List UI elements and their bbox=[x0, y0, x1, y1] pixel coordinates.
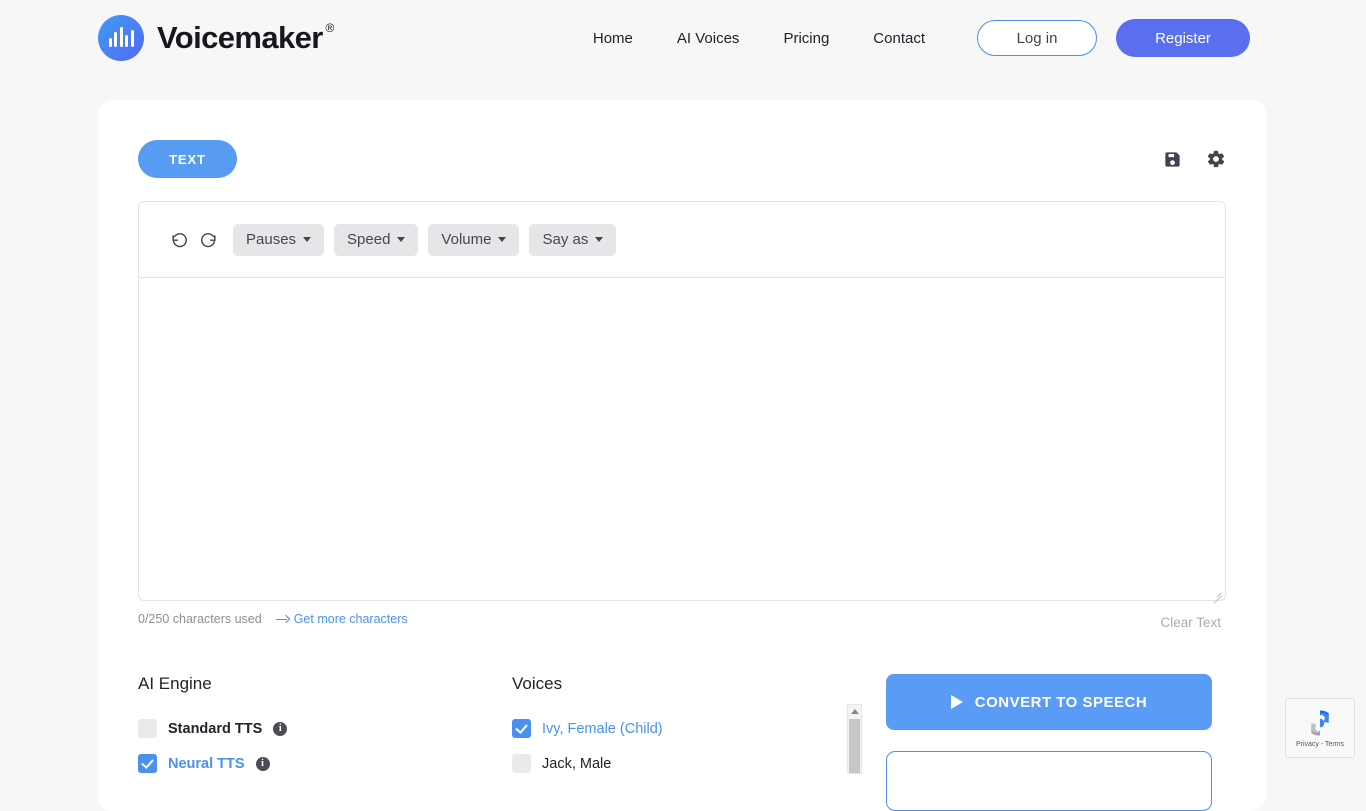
convert-to-speech-label: CONVERT TO SPEECH bbox=[975, 694, 1147, 711]
nav-ai-voices[interactable]: AI Voices bbox=[655, 31, 762, 46]
speed-dropdown[interactable]: Speed bbox=[334, 224, 418, 256]
undo-icon[interactable] bbox=[165, 231, 194, 248]
voice-jack[interactable]: Jack, Male bbox=[512, 746, 862, 781]
brand-name: Voicemaker® bbox=[157, 20, 334, 56]
engine-neural-tts[interactable]: Neural TTS i bbox=[138, 746, 512, 781]
site-header: Voicemaker® Home AI Voices Pricing Conta… bbox=[0, 0, 1366, 76]
ai-engine-panel: AI Engine Standard TTS i Neural TTS i bbox=[138, 674, 512, 811]
say-as-dropdown[interactable]: Say as bbox=[529, 224, 616, 256]
info-icon[interactable]: i bbox=[256, 757, 270, 771]
voice-ivy-label: Ivy, Female (Child) bbox=[542, 721, 663, 737]
register-button[interactable]: Register bbox=[1116, 19, 1250, 57]
character-count: 0/250 characters used bbox=[138, 612, 262, 626]
recaptcha-icon bbox=[1305, 708, 1335, 738]
card-actions bbox=[1163, 149, 1226, 169]
chevron-down-icon bbox=[397, 237, 405, 242]
voices-panel: Voices Ivy, Female (Child) Jack, Male bbox=[512, 674, 862, 811]
text-input-area[interactable] bbox=[139, 278, 1225, 600]
voice-jack-label: Jack, Male bbox=[542, 756, 611, 772]
brand-logo[interactable]: Voicemaker® bbox=[98, 15, 334, 61]
scrollbar-thumb[interactable] bbox=[849, 719, 860, 773]
nav-contact[interactable]: Contact bbox=[851, 31, 947, 46]
recaptcha-privacy-terms[interactable]: Privacy - Terms bbox=[1296, 741, 1344, 748]
checkbox-checked-icon[interactable] bbox=[138, 754, 157, 773]
save-icon[interactable] bbox=[1163, 150, 1182, 169]
audio-player-box[interactable] bbox=[886, 751, 1212, 811]
editor-meta-row: 0/250 characters used Get more character… bbox=[138, 612, 1226, 638]
get-more-characters-label: Get more characters bbox=[294, 612, 408, 626]
chevron-down-icon bbox=[498, 237, 506, 242]
get-more-characters-link[interactable]: Get more characters bbox=[276, 612, 408, 626]
pauses-dropdown[interactable]: Pauses bbox=[233, 224, 324, 256]
voices-title: Voices bbox=[512, 674, 862, 694]
say-as-dropdown-label: Say as bbox=[542, 231, 588, 248]
tts-card: TEXT bbox=[98, 100, 1266, 811]
scroll-up-arrow-icon[interactable] bbox=[851, 709, 859, 714]
volume-dropdown[interactable]: Volume bbox=[428, 224, 519, 256]
tab-text[interactable]: TEXT bbox=[138, 140, 237, 178]
text-editor: Pauses Speed Volume Say as bbox=[138, 201, 1226, 601]
info-icon[interactable]: i bbox=[273, 722, 287, 736]
clear-text-button[interactable]: Clear Text bbox=[1160, 615, 1221, 630]
volume-dropdown-label: Volume bbox=[441, 231, 491, 248]
convert-to-speech-button[interactable]: CONVERT TO SPEECH bbox=[886, 674, 1212, 730]
nav-home[interactable]: Home bbox=[571, 31, 655, 46]
card-header: TEXT bbox=[138, 140, 1226, 178]
brand-name-text: Voicemaker bbox=[157, 20, 323, 55]
voice-ivy[interactable]: Ivy, Female (Child) bbox=[512, 711, 862, 746]
checkbox-unchecked-icon[interactable] bbox=[512, 754, 531, 773]
engine-standard-tts[interactable]: Standard TTS i bbox=[138, 711, 512, 746]
engine-neural-tts-label: Neural TTS bbox=[168, 756, 245, 772]
checkbox-checked-icon[interactable] bbox=[512, 719, 531, 738]
pauses-dropdown-label: Pauses bbox=[246, 231, 296, 248]
engine-standard-tts-label: Standard TTS bbox=[168, 721, 262, 737]
chevron-down-icon bbox=[595, 237, 603, 242]
nav-pricing[interactable]: Pricing bbox=[761, 31, 851, 46]
voices-scrollbar[interactable] bbox=[847, 704, 862, 774]
ai-engine-title: AI Engine bbox=[138, 674, 512, 694]
main-navigation: Home AI Voices Pricing Contact Log in Re… bbox=[571, 19, 1250, 57]
action-panel: CONVERT TO SPEECH bbox=[886, 674, 1212, 811]
speed-dropdown-label: Speed bbox=[347, 231, 390, 248]
editor-toolbar: Pauses Speed Volume Say as bbox=[139, 202, 1225, 278]
gear-icon[interactable] bbox=[1206, 149, 1226, 169]
login-button[interactable]: Log in bbox=[977, 20, 1097, 56]
registered-mark: ® bbox=[326, 21, 334, 35]
options-panels: AI Engine Standard TTS i Neural TTS i Vo… bbox=[138, 674, 1226, 811]
play-icon bbox=[951, 695, 963, 709]
checkbox-unchecked-icon[interactable] bbox=[138, 719, 157, 738]
arrow-right-icon bbox=[276, 615, 289, 623]
waveform-logo-icon bbox=[98, 15, 144, 61]
recaptcha-badge[interactable]: Privacy - Terms bbox=[1285, 698, 1355, 758]
resize-handle[interactable] bbox=[1209, 584, 1223, 598]
redo-icon[interactable] bbox=[194, 231, 223, 248]
chevron-down-icon bbox=[303, 237, 311, 242]
